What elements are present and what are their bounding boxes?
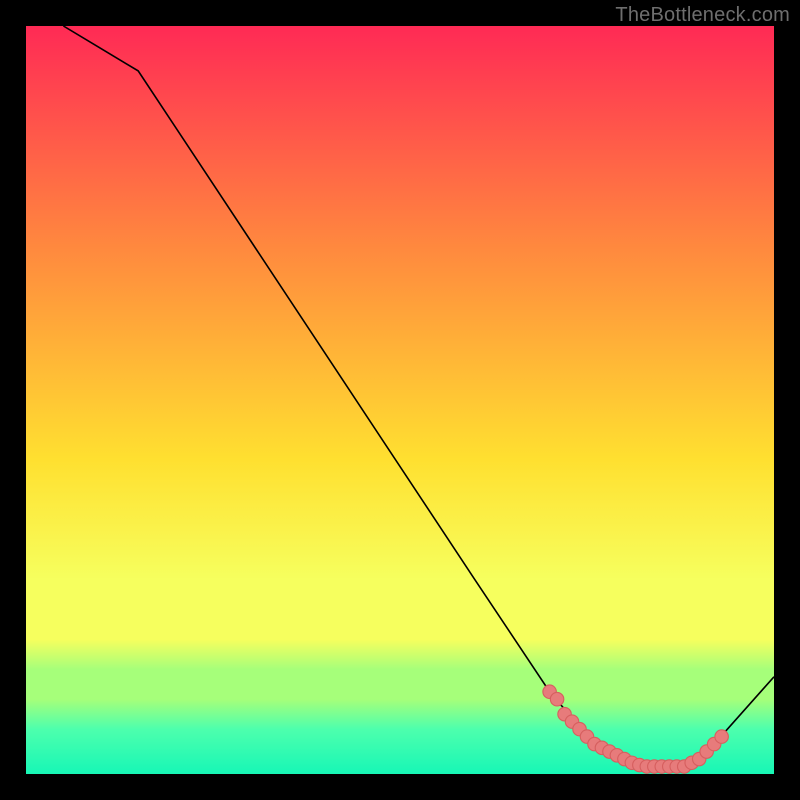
- chart-container: TheBottleneck.com: [0, 0, 800, 800]
- gradient-background: [26, 26, 774, 774]
- bottleneck-chart: [26, 26, 774, 774]
- watermark-text: TheBottleneck.com: [615, 4, 790, 27]
- curve-marker: [550, 692, 563, 705]
- curve-marker: [715, 730, 728, 743]
